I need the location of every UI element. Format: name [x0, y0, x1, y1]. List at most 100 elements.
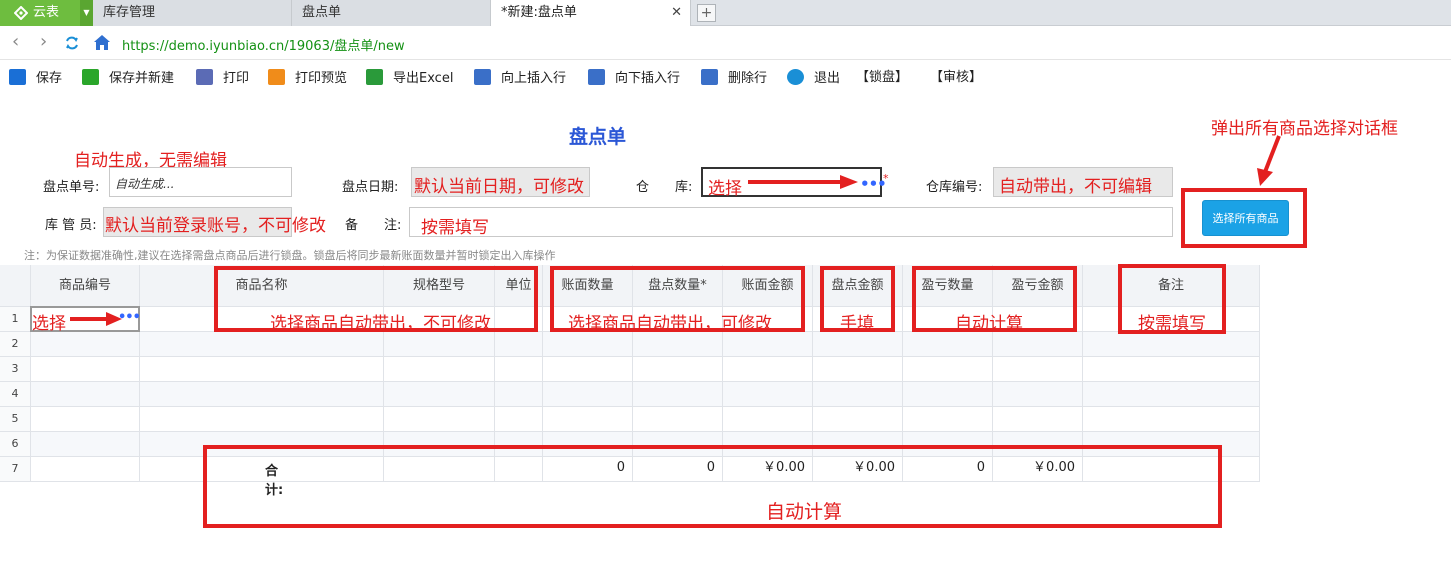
grid-cell[interactable]: [384, 382, 495, 407]
select-all-products-button[interactable]: 选择所有商品: [1202, 200, 1289, 236]
grid-cell[interactable]: [723, 407, 813, 432]
warehouse-label: 仓 库:: [636, 180, 693, 195]
annotation-name-auto: 选择商品自动带出，不可修改: [270, 314, 491, 334]
more-options-icon[interactable]: •••: [118, 310, 141, 325]
insert-row-above-button[interactable]: 向上插入行: [474, 69, 566, 87]
grid-cell[interactable]: [140, 382, 384, 407]
doc-no-value: 自动生成...: [115, 177, 175, 191]
grid-cell[interactable]: [633, 357, 723, 382]
doc-no-field[interactable]: 自动生成...: [109, 167, 292, 197]
new-tab-plus-icon[interactable]: +: [697, 4, 716, 22]
grid-cell[interactable]: [813, 382, 903, 407]
grid-cell[interactable]: [993, 357, 1083, 382]
row-number: 2: [0, 332, 31, 357]
grid-cell[interactable]: [543, 332, 633, 357]
grid-cell[interactable]: [384, 332, 495, 357]
grid-cell[interactable]: [31, 382, 140, 407]
exit-button[interactable]: 退出: [787, 69, 840, 87]
more-options-icon[interactable]: •••: [860, 175, 887, 193]
annotation-arrow-icon: [748, 175, 858, 189]
grid-cell[interactable]: [495, 382, 543, 407]
lock-stocktake-button[interactable]: 【锁盘】: [856, 69, 908, 87]
grid-cell[interactable]: [543, 382, 633, 407]
insert-below-icon: [588, 69, 605, 85]
grid-cell[interactable]: [543, 357, 633, 382]
grid-cell[interactable]: [31, 432, 140, 457]
close-icon[interactable]: ✕: [671, 0, 682, 25]
grid-cell[interactable]: [993, 332, 1083, 357]
annotation-default-date: 默认当前日期，可修改: [414, 177, 584, 197]
annotation-manual-fill: 手填: [840, 314, 874, 334]
button-label: 保存并新建: [109, 71, 175, 86]
grid-cell[interactable]: [903, 357, 993, 382]
grid-cell[interactable]: [633, 407, 723, 432]
annotation-select-warehouse: 选择: [708, 179, 742, 199]
annotation-auto-calc: 自动计算: [955, 314, 1023, 334]
back-arrow-icon[interactable]: ‹: [12, 33, 19, 51]
grid-corner: [0, 265, 31, 307]
tab-stocktake[interactable]: 盘点单: [292, 0, 491, 26]
button-label: 保存: [36, 71, 63, 86]
grid-cell[interactable]: [903, 407, 993, 432]
save-icon: [9, 69, 26, 85]
grid-cell[interactable]: [723, 332, 813, 357]
delete-row-icon: [701, 69, 718, 85]
tab-label: 库存管理: [103, 5, 156, 20]
button-label: 向上插入行: [501, 71, 567, 86]
grid-cell[interactable]: [543, 407, 633, 432]
button-label: 打印预览: [295, 71, 348, 86]
grid-cell[interactable]: [1083, 332, 1260, 357]
refresh-icon[interactable]: [64, 35, 80, 51]
button-label: 【审核】: [930, 70, 983, 85]
save-and-new-button[interactable]: 保存并新建: [82, 69, 174, 87]
annotation-row-select: 选择: [32, 314, 66, 334]
grid-cell[interactable]: [1083, 382, 1260, 407]
home-icon[interactable]: [93, 34, 111, 51]
approve-button[interactable]: 【审核】: [930, 69, 982, 87]
grid-cell[interactable]: [633, 382, 723, 407]
address-bar: ‹ › https://demo.iyunbiao.cn/19063/盘点单/n…: [0, 26, 1451, 60]
grid-cell[interactable]: [723, 357, 813, 382]
grid-cell[interactable]: [1083, 357, 1260, 382]
insert-row-below-button[interactable]: 向下插入行: [588, 69, 680, 87]
delete-row-button[interactable]: 删除行: [701, 69, 767, 87]
grid-cell[interactable]: [384, 357, 495, 382]
grid-cell[interactable]: [384, 407, 495, 432]
grid-cell[interactable]: [495, 332, 543, 357]
export-excel-button[interactable]: 导出Excel: [366, 69, 453, 87]
grid-cell[interactable]: [31, 332, 140, 357]
print-preview-icon: [268, 69, 285, 85]
forward-arrow-icon[interactable]: ›: [40, 33, 47, 51]
grid-cell[interactable]: [993, 407, 1083, 432]
total-cell: [31, 457, 140, 482]
grid-cell[interactable]: [903, 332, 993, 357]
print-button[interactable]: 打印: [196, 69, 249, 87]
grid-cell[interactable]: [903, 382, 993, 407]
grid-cell[interactable]: [140, 332, 384, 357]
brand-dropdown-icon[interactable]: ▼: [80, 0, 93, 26]
brand-tab[interactable]: 云表: [0, 0, 80, 26]
url-text[interactable]: https://demo.iyunbiao.cn/19063/盘点单/new: [122, 35, 405, 54]
grid-cell[interactable]: [140, 407, 384, 432]
grid-cell[interactable]: [31, 407, 140, 432]
grid-cell[interactable]: [31, 357, 140, 382]
grid-cell[interactable]: [813, 357, 903, 382]
grid-cell[interactable]: [813, 332, 903, 357]
grid-cell[interactable]: [993, 382, 1083, 407]
grid-cell[interactable]: [140, 357, 384, 382]
tab-new-stocktake[interactable]: *新建:盘点单 ✕: [491, 0, 691, 26]
grid-cell[interactable]: [1083, 407, 1260, 432]
remark-field[interactable]: [409, 207, 1173, 237]
print-preview-button[interactable]: 打印预览: [268, 69, 347, 87]
grid-cell[interactable]: [495, 407, 543, 432]
grid-cell[interactable]: [633, 332, 723, 357]
save-button[interactable]: 保存: [9, 69, 62, 87]
grid-cell[interactable]: [813, 407, 903, 432]
tab-inventory[interactable]: 库存管理: [93, 0, 292, 26]
annotation-popup-dialog: 弹出所有商品选择对话框: [1211, 119, 1398, 139]
cloud-logo-icon: [14, 6, 28, 20]
grid-cell[interactable]: [495, 357, 543, 382]
button-label: 【锁盘】: [856, 70, 909, 85]
required-mark: *: [883, 172, 889, 185]
grid-cell[interactable]: [723, 382, 813, 407]
